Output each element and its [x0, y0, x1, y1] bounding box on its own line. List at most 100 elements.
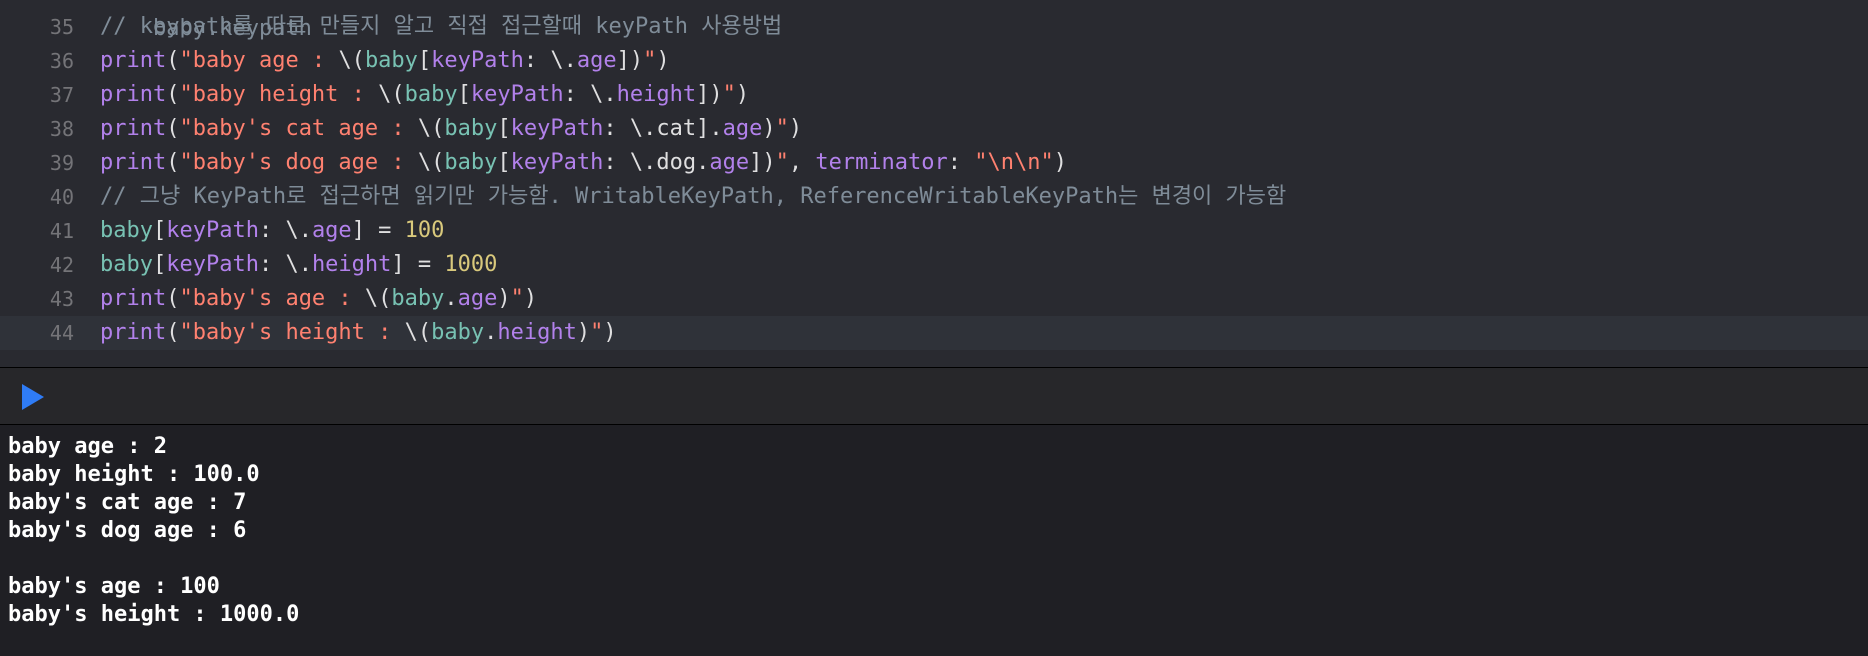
code-text: print("baby age : \(baby[keyPath: \.age]… — [100, 44, 670, 78]
code-line[interactable]: 36 print("baby age : \(baby[keyPath: \.ag… — [0, 44, 1868, 78]
code-token: height — [311, 252, 392, 277]
line-number: 37 — [49, 83, 74, 107]
code-token: \( — [417, 150, 445, 175]
code-token: keyPath — [166, 218, 259, 243]
code-token: baby — [444, 150, 498, 175]
code-token: ] = — [391, 252, 445, 277]
code-token: \( — [417, 116, 445, 141]
code-token: age — [576, 48, 617, 73]
code-line[interactable]: 35 // keypath를 따로 만들지 알고 직접 접근할때 keyPath … — [0, 10, 1868, 44]
code-token: " — [722, 82, 736, 107]
code-token: ( — [166, 82, 180, 107]
code-line[interactable]: 41 baby[keyPath: \.age] = 100 — [0, 214, 1868, 248]
console-line: baby's age : 100 — [8, 574, 220, 599]
code-token: 100 — [404, 218, 445, 243]
code-token: print — [100, 48, 167, 73]
line-number: 44 — [49, 321, 74, 345]
line-number: 43 — [49, 287, 74, 311]
code-line[interactable]: 39 print("baby's dog age : \(baby[keyPath… — [0, 146, 1868, 180]
code-line[interactable]: 40 // 그냥 KeyPath로 접근하면 읽기만 가능함. WritableK… — [0, 180, 1868, 214]
code-text: print("baby's dog age : \(baby[keyPath: … — [100, 146, 1067, 180]
code-token: ( — [166, 150, 180, 175]
code-token: ) — [656, 48, 670, 73]
code-token: "baby height : — [179, 82, 379, 107]
code-token: 1000 — [444, 252, 498, 277]
code-token: : \. — [563, 82, 617, 107]
code-token: ) — [497, 286, 511, 311]
code-token: baby — [364, 48, 418, 73]
code-token: \( — [378, 82, 405, 107]
code-token: ) — [523, 286, 538, 311]
code-line[interactable]: 44 print("baby's height : \(baby.height)"… — [0, 316, 1868, 350]
code-token: ]) — [696, 82, 723, 107]
line-number: 39 — [49, 151, 74, 175]
code-token: \( — [338, 48, 365, 73]
run-button[interactable] — [18, 382, 48, 412]
code-token: baby — [431, 320, 485, 345]
code-token: terminator — [815, 150, 948, 175]
code-token: [ — [152, 252, 167, 277]
code-token: "baby's height : — [179, 320, 405, 345]
code-token: ) — [762, 116, 776, 141]
code-token: baby — [391, 286, 445, 311]
code-token: ( — [166, 48, 180, 73]
code-line[interactable]: 38 print("baby's cat age : \(baby[keyPath… — [0, 112, 1868, 146]
code-token: ) — [1053, 150, 1068, 175]
code-token: ) — [788, 116, 803, 141]
code-token: ( — [166, 116, 180, 141]
code-token: "baby's age : — [179, 286, 365, 311]
code-token: : \. — [258, 252, 312, 277]
code-token: : \.cat]. — [603, 116, 723, 141]
partial-bottom-line: 45 — [0, 354, 1868, 366]
code-token: [ — [457, 82, 471, 107]
code-editor[interactable]: baby.keypath 35// keypath를 따로 만들지 알고 직접 … — [0, 0, 1868, 366]
console-line: baby's cat age : 7 — [8, 490, 247, 515]
code-token: : — [947, 150, 975, 175]
code-token: ] = — [351, 218, 405, 243]
code-text: baby[keyPath: \.age] = 100 — [100, 214, 444, 248]
code-token: : \. — [523, 48, 577, 73]
code-token: " — [643, 48, 657, 73]
line-number: 42 — [49, 253, 74, 277]
code-token: ]) — [749, 150, 776, 175]
code-token: . — [484, 320, 498, 345]
code-token: : \.dog. — [603, 150, 710, 175]
code-token: keyPath — [510, 150, 604, 175]
code-token: "\n\n" — [974, 150, 1054, 175]
code-token: : \. — [258, 218, 312, 243]
code-token: baby — [404, 82, 458, 107]
code-token: [ — [417, 48, 432, 73]
code-token: baby — [100, 218, 153, 243]
console-output[interactable]: baby age : 2 baby height : 100.0 baby's ca… — [0, 425, 1868, 656]
code-text: print("baby's height : \(baby.height)") — [100, 316, 617, 350]
code-text: baby[keyPath: \.height] = 1000 — [100, 248, 497, 282]
code-token: // keypath를 따로 만들지 알고 직접 접근할때 keyPath 사용… — [100, 14, 783, 39]
code-line[interactable]: 43 print("baby's age : \(baby.age)") — [0, 282, 1868, 316]
code-token: ( — [166, 286, 180, 311]
code-token: age — [311, 218, 352, 243]
code-token: ( — [166, 320, 180, 345]
code-token: print — [100, 116, 167, 141]
code-token: baby — [444, 116, 498, 141]
code-token: " — [775, 116, 789, 141]
code-line[interactable]: 37 print("baby height : \(baby[keyPath: \… — [0, 78, 1868, 112]
code-token: print — [100, 286, 167, 311]
code-text: print("baby height : \(baby[keyPath: \.h… — [100, 78, 749, 112]
code-token: . — [444, 286, 458, 311]
line-number: 35 — [49, 15, 74, 39]
code-token: [ — [152, 218, 167, 243]
code-line[interactable]: 42 baby[keyPath: \.height] = 1000 — [0, 248, 1868, 282]
code-token: [ — [497, 116, 511, 141]
code-token: ]) — [616, 48, 644, 73]
line-number: 38 — [49, 117, 74, 141]
code-token: // 그냥 KeyPath로 접근하면 읽기만 가능함. WritableKey… — [100, 184, 1287, 209]
code-token: \( — [404, 320, 432, 345]
code-token: keyPath — [166, 252, 259, 277]
code-token: ) — [576, 320, 591, 345]
code-text: // 그냥 KeyPath로 접근하면 읽기만 가능함. WritableKey… — [100, 180, 1286, 214]
code-token: age — [722, 116, 763, 141]
console-line: baby height : 100.0 — [8, 462, 260, 487]
code-token: ) — [603, 320, 617, 345]
code-token: print — [100, 82, 167, 107]
console-line: baby's height : 1000.0 — [8, 602, 300, 627]
